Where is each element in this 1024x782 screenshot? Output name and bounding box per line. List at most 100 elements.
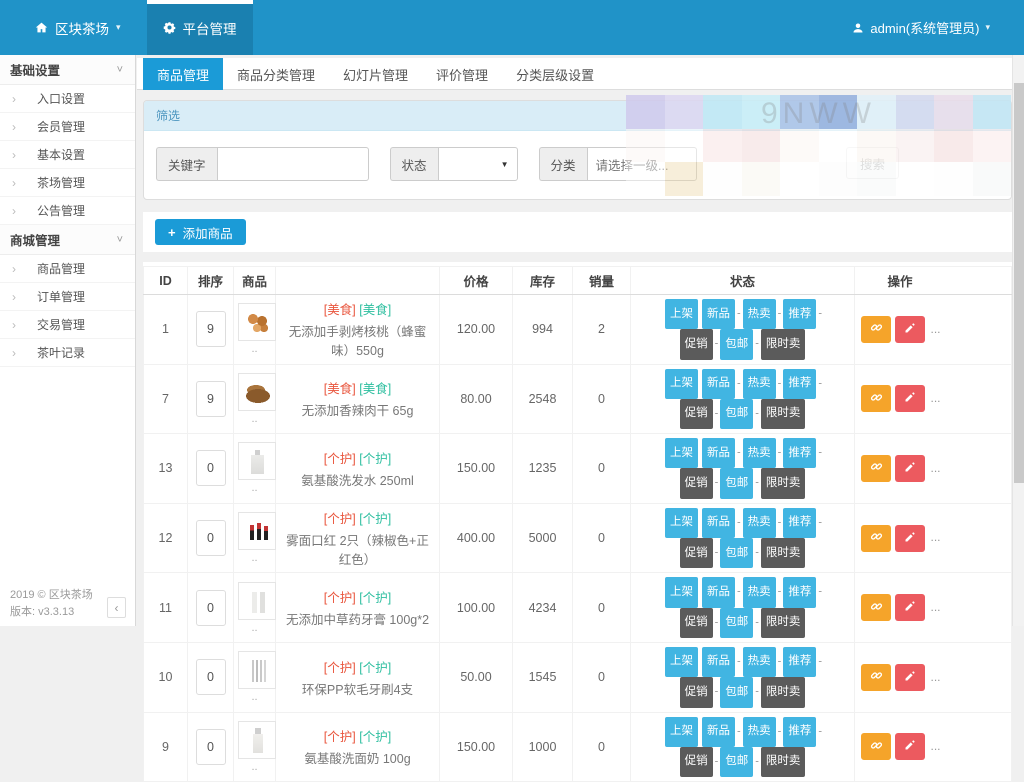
status-badge[interactable]: 限时卖 [761,538,806,568]
status-select[interactable]: ▼ [438,147,518,181]
sidebar-item[interactable]: ›交易管理 [0,311,135,339]
status-badge[interactable]: 热卖 [743,299,776,329]
category-select[interactable]: 请选择一级... [587,147,697,181]
sort-input[interactable] [196,729,226,765]
status-badge[interactable]: 推荐 [783,577,816,607]
link-button[interactable] [861,316,891,343]
status-badge[interactable]: 上架 [665,299,698,329]
tab-2[interactable]: 商品分类管理 [223,58,329,90]
status-badge[interactable]: 新品 [702,577,735,607]
edit-button[interactable] [895,385,925,412]
status-badge[interactable]: 推荐 [783,438,816,468]
status-badge[interactable]: 新品 [702,508,735,538]
status-badge[interactable]: 热卖 [743,647,776,677]
tab-1[interactable]: 商品管理 [143,58,223,90]
status-badge[interactable]: 上架 [665,508,698,538]
status-badge[interactable]: 限时卖 [761,399,806,429]
link-button[interactable] [861,455,891,482]
link-button[interactable] [861,594,891,621]
product-thumb[interactable] [238,373,276,411]
more-actions[interactable]: ... [930,530,940,544]
sidebar-section-header[interactable]: 基础设置˅ [0,55,135,85]
status-badge[interactable]: 推荐 [783,369,816,399]
more-actions[interactable]: ... [930,461,940,475]
edit-button[interactable] [895,664,925,691]
status-badge[interactable]: 推荐 [783,508,816,538]
status-badge[interactable]: 热卖 [743,717,776,747]
status-badge[interactable]: 上架 [665,647,698,677]
edit-button[interactable] [895,455,925,482]
sort-input[interactable] [196,381,226,417]
link-button[interactable] [861,525,891,552]
sort-input[interactable] [196,450,226,486]
status-badge[interactable]: 包邮 [720,468,753,498]
more-actions[interactable]: ... [930,322,940,336]
status-badge[interactable]: 热卖 [743,369,776,399]
status-badge[interactable]: 促销 [680,608,713,638]
product-thumb[interactable] [238,582,276,620]
sidebar-item[interactable]: ›茶叶记录 [0,339,135,367]
status-badge[interactable]: 包邮 [720,538,753,568]
status-badge[interactable]: 上架 [665,369,698,399]
status-badge[interactable]: 包邮 [720,677,753,707]
nav-item-platform[interactable]: 平台管理 [147,0,253,55]
product-thumb[interactable] [238,442,276,480]
status-badge[interactable]: 限时卖 [761,468,806,498]
status-badge[interactable]: 促销 [680,468,713,498]
status-badge[interactable]: 包邮 [720,747,753,777]
more-actions[interactable]: ... [930,670,940,684]
add-product-button[interactable]: + 添加商品 [155,219,246,245]
product-thumb[interactable] [238,303,276,341]
status-badge[interactable]: 新品 [702,369,735,399]
status-badge[interactable]: 包邮 [720,329,753,359]
status-badge[interactable]: 热卖 [743,508,776,538]
search-button[interactable]: 搜索 [846,147,899,179]
status-badge[interactable]: 限时卖 [761,608,806,638]
sidebar-item[interactable]: ›商品管理 [0,255,135,283]
tab-3[interactable]: 幻灯片管理 [329,58,422,90]
status-badge[interactable]: 上架 [665,438,698,468]
status-badge[interactable]: 促销 [680,399,713,429]
sidebar-item[interactable]: ›茶场管理 [0,169,135,197]
more-actions[interactable]: ... [930,739,940,753]
edit-button[interactable] [895,525,925,552]
sort-input[interactable] [196,311,226,347]
scrollbar-thumb[interactable] [1014,83,1024,483]
status-badge[interactable]: 新品 [702,438,735,468]
sidebar-section-header[interactable]: 商城管理˅ [0,225,135,255]
vertical-scrollbar[interactable] [1012,55,1024,626]
sidebar-item[interactable]: ›会员管理 [0,113,135,141]
status-badge[interactable]: 推荐 [783,717,816,747]
sidebar-item[interactable]: ›订单管理 [0,283,135,311]
keyword-input[interactable] [217,147,369,181]
status-badge[interactable]: 包邮 [720,608,753,638]
sort-input[interactable] [196,590,226,626]
status-badge[interactable]: 新品 [702,647,735,677]
status-badge[interactable]: 热卖 [743,438,776,468]
status-badge[interactable]: 限时卖 [761,747,806,777]
edit-button[interactable] [895,594,925,621]
link-button[interactable] [861,385,891,412]
sidebar-collapse-button[interactable]: ‹ [107,597,126,618]
sort-input[interactable] [196,520,226,556]
status-badge[interactable]: 上架 [665,717,698,747]
status-badge[interactable]: 促销 [680,677,713,707]
status-badge[interactable]: 促销 [680,329,713,359]
edit-button[interactable] [895,733,925,760]
edit-button[interactable] [895,316,925,343]
status-badge[interactable]: 包邮 [720,399,753,429]
brand-menu[interactable]: 区块茶场 ▾ [35,0,121,55]
more-actions[interactable]: ... [930,391,940,405]
link-button[interactable] [861,733,891,760]
tab-5[interactable]: 分类层级设置 [502,58,608,90]
status-badge[interactable]: 热卖 [743,577,776,607]
link-button[interactable] [861,664,891,691]
tab-4[interactable]: 评价管理 [422,58,502,90]
status-badge[interactable]: 上架 [665,577,698,607]
status-badge[interactable]: 促销 [680,538,713,568]
status-badge[interactable]: 促销 [680,747,713,777]
status-badge[interactable]: 限时卖 [761,329,806,359]
sidebar-item[interactable]: ›入口设置 [0,85,135,113]
more-actions[interactable]: ... [930,600,940,614]
sidebar-item[interactable]: ›公告管理 [0,197,135,225]
